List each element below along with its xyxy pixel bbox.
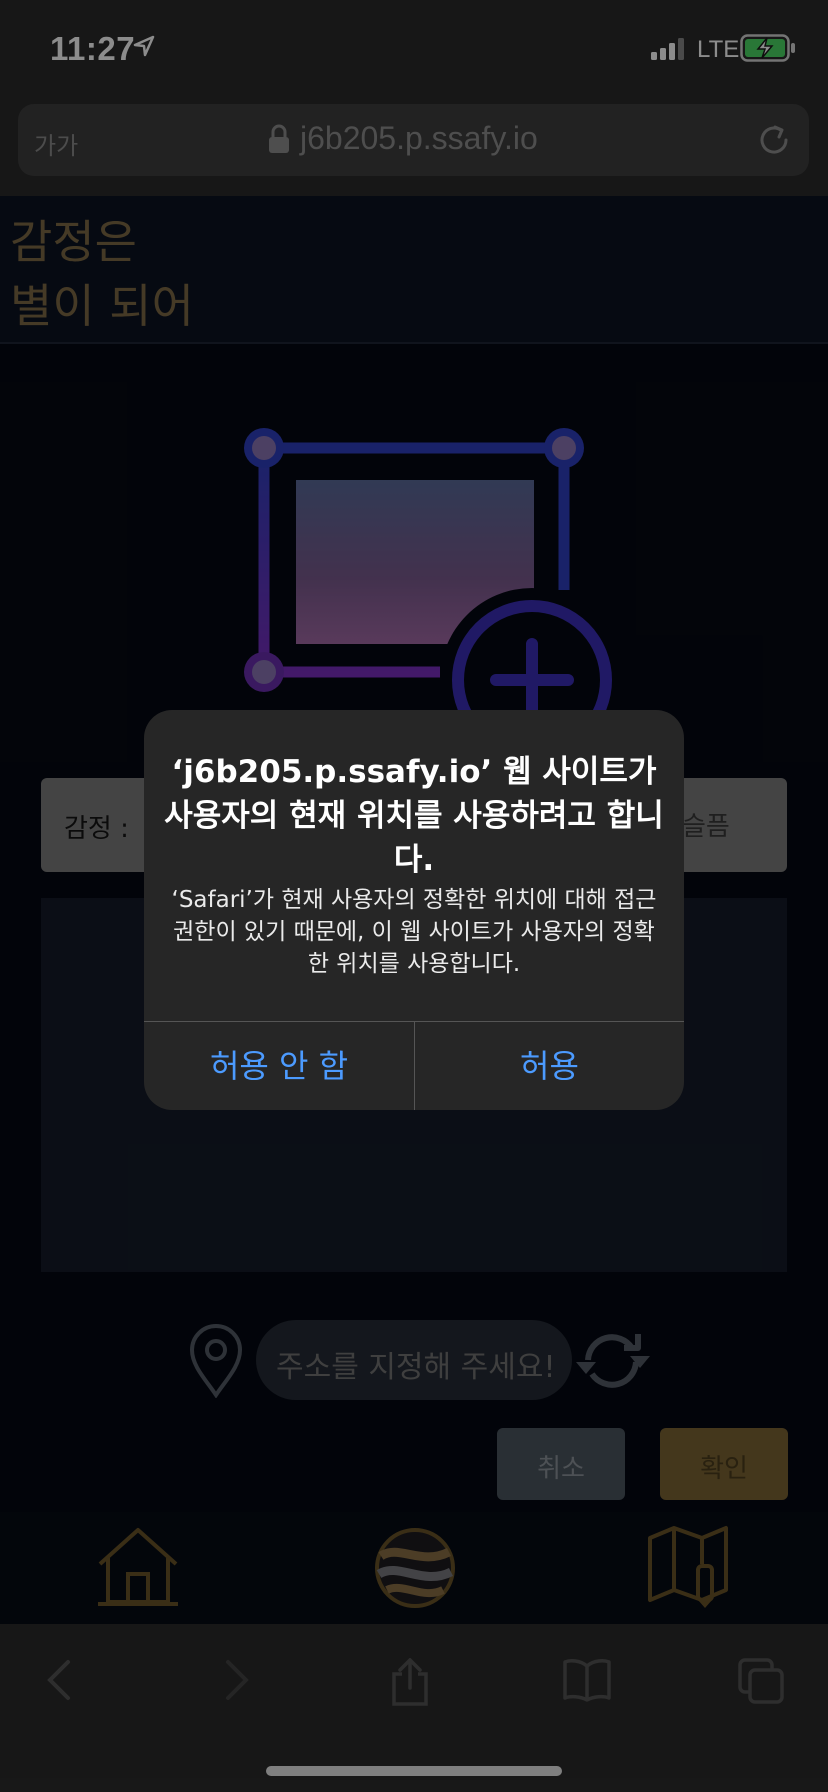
allow-button[interactable]: 허용	[415, 1022, 684, 1110]
alert-message: ‘Safari’가 현재 사용자의 정확한 위치에 대해 접근 권한이 있기 때…	[171, 887, 657, 977]
location-permission-alert: ‘j6b205.p.ssafy.io’ 웹 사이트가 사용자의 현재 위치를 사…	[144, 710, 684, 1110]
deny-button[interactable]: 허용 안 함	[144, 1022, 414, 1110]
alert-title: ‘j6b205.p.ssafy.io’ 웹 사이트가 사용자의 현재 위치를 사…	[164, 754, 664, 878]
